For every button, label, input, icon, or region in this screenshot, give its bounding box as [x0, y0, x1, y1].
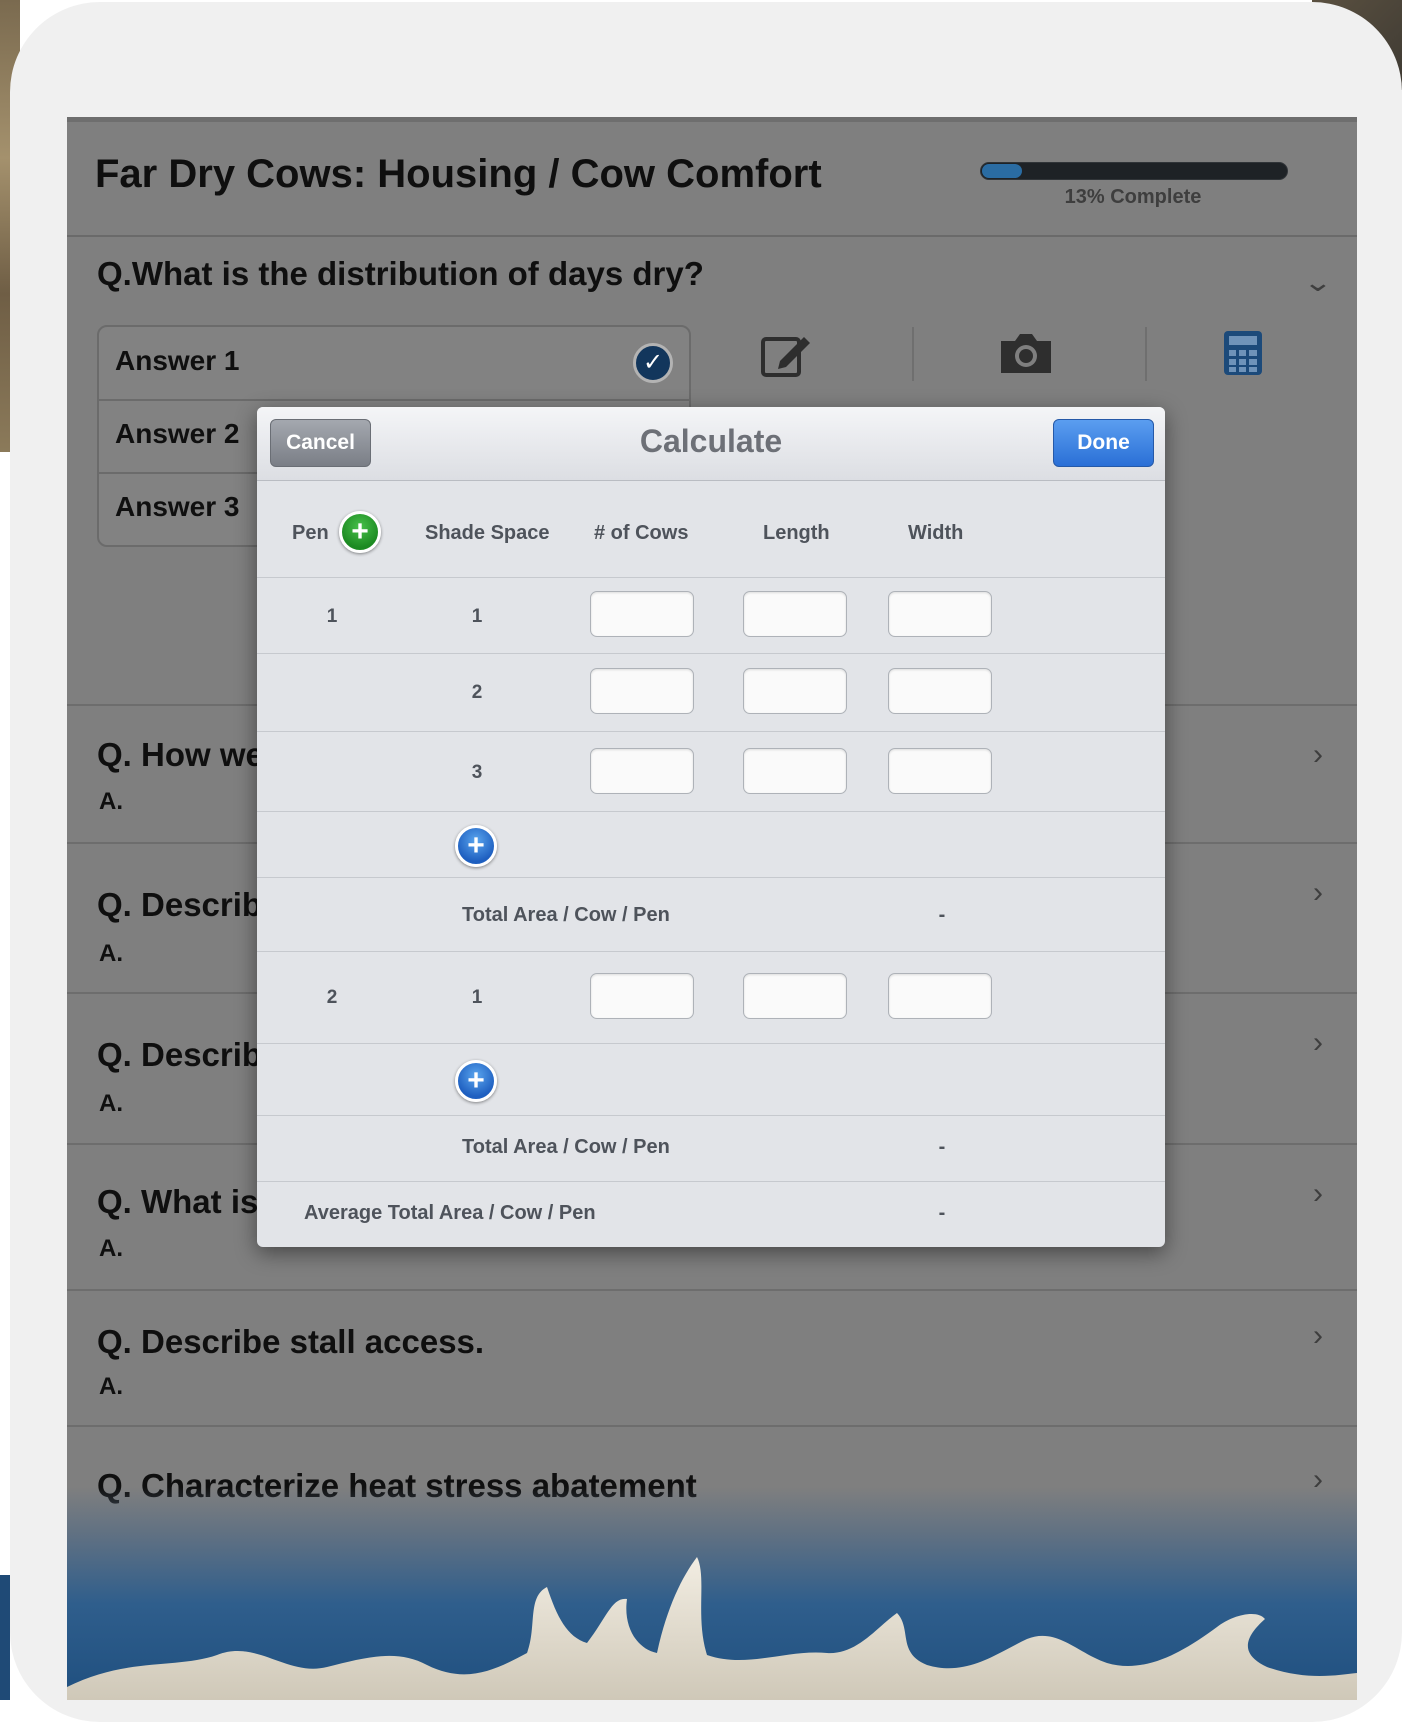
- answer-option[interactable]: Answer 1 ✓: [99, 327, 689, 401]
- length-input[interactable]: [743, 973, 847, 1019]
- cows-input[interactable]: [590, 973, 694, 1019]
- question-text: Q. What is: [97, 1183, 259, 1220]
- width-input[interactable]: [888, 973, 992, 1019]
- average-row: Average Total Area / Cow / Pen -: [257, 1181, 1165, 1247]
- chevron-right-icon: ›: [1313, 738, 1323, 771]
- chevron-right-icon: ›: [1313, 876, 1323, 909]
- answer-label: Answer 3: [115, 491, 240, 522]
- chevron-right-icon: ›: [1313, 1026, 1323, 1059]
- background-strip: [0, 1575, 10, 1700]
- cows-input[interactable]: [590, 748, 694, 794]
- pen-number: 2: [326, 987, 338, 1008]
- dialog-title-bar: Cancel Calculate Done: [257, 407, 1165, 481]
- total-row: Total Area / Cow / Pen -: [257, 1115, 1165, 1182]
- question-text: Q. Describ: [97, 1036, 263, 1073]
- add-shade-space-button[interactable]: +: [455, 1060, 497, 1102]
- total-area-value: -: [938, 904, 946, 926]
- calc-row: 2: [257, 653, 1165, 732]
- progress-fill: [982, 164, 1022, 178]
- progress-label: 13% Complete: [1064, 186, 1202, 208]
- checkmark-icon: ✓: [633, 343, 673, 383]
- progress-bar: [980, 162, 1288, 180]
- calc-row: 2 1: [257, 951, 1165, 1044]
- length-input[interactable]: [743, 591, 847, 637]
- total-area-label: Total Area / Cow / Pen: [462, 1136, 670, 1158]
- answer-label: Answer 2: [115, 418, 240, 449]
- width-input[interactable]: [888, 591, 992, 637]
- section-header: Far Dry Cows: Housing / Cow Comfort 13% …: [67, 122, 1357, 237]
- average-area-value: -: [938, 1202, 946, 1224]
- done-button[interactable]: Done: [1053, 419, 1154, 467]
- column-header-pen: Pen: [292, 522, 329, 544]
- question-item[interactable]: Q. Describe stall access. A. ›: [67, 1289, 1357, 1427]
- answer-label: Answer 1: [115, 345, 240, 376]
- column-header-length: Length: [763, 522, 830, 544]
- current-question-text: Q.What is the distribution of days dry?: [97, 255, 704, 292]
- cows-input[interactable]: [590, 591, 694, 637]
- edit-note-icon[interactable]: [760, 331, 812, 379]
- milk-splash-image: [67, 1557, 1357, 1700]
- add-shade-space-button[interactable]: +: [455, 825, 497, 867]
- shade-space-number: 1: [471, 987, 483, 1008]
- add-space-row: +: [257, 1043, 1165, 1116]
- question-text: Q. Describ: [97, 886, 263, 923]
- answer-text: A.: [99, 1090, 123, 1117]
- total-area-value: -: [938, 1136, 946, 1158]
- answer-text: A.: [99, 1235, 123, 1262]
- toolbar-divider: [1145, 327, 1147, 381]
- page-title: Far Dry Cows: Housing / Cow Comfort: [95, 152, 822, 196]
- add-pen-button[interactable]: +: [339, 511, 381, 553]
- answer-text: A.: [99, 788, 123, 815]
- total-row: Total Area / Cow / Pen -: [257, 877, 1165, 952]
- dialog-title: Calculate: [639, 423, 783, 459]
- calc-row: 3: [257, 731, 1165, 812]
- answer-text: A.: [99, 940, 123, 967]
- camera-icon[interactable]: [997, 329, 1055, 377]
- length-input[interactable]: [743, 668, 847, 714]
- cows-input[interactable]: [590, 668, 694, 714]
- shade-space-number: 1: [471, 606, 483, 627]
- calc-row: 1 1: [257, 577, 1165, 654]
- column-header-cows: # of Cows: [594, 522, 689, 544]
- length-input[interactable]: [743, 748, 847, 794]
- chevron-right-icon: ›: [1313, 1177, 1323, 1210]
- chevron-down-icon[interactable]: ⌄: [1303, 267, 1334, 298]
- add-space-row: +: [257, 811, 1165, 878]
- width-input[interactable]: [888, 668, 992, 714]
- width-input[interactable]: [888, 748, 992, 794]
- pen-number: 1: [326, 606, 338, 627]
- chevron-right-icon: ›: [1313, 1319, 1323, 1352]
- answer-text: A.: [99, 1373, 123, 1400]
- average-area-label: Average Total Area / Cow / Pen: [304, 1202, 596, 1224]
- shade-space-number: 3: [471, 762, 483, 783]
- calculate-dialog: Cancel Calculate Done Pen + Shade Space …: [257, 407, 1165, 1247]
- column-header-shade-space: Shade Space: [425, 522, 550, 544]
- toolbar-divider: [912, 327, 914, 381]
- question-text: Q. Describe stall access.: [97, 1323, 485, 1360]
- shade-space-number: 2: [471, 682, 483, 703]
- column-header-width: Width: [908, 522, 964, 544]
- question-text: Q. How we: [97, 736, 264, 773]
- calculator-icon[interactable]: [1222, 329, 1264, 377]
- total-area-label: Total Area / Cow / Pen: [462, 904, 670, 926]
